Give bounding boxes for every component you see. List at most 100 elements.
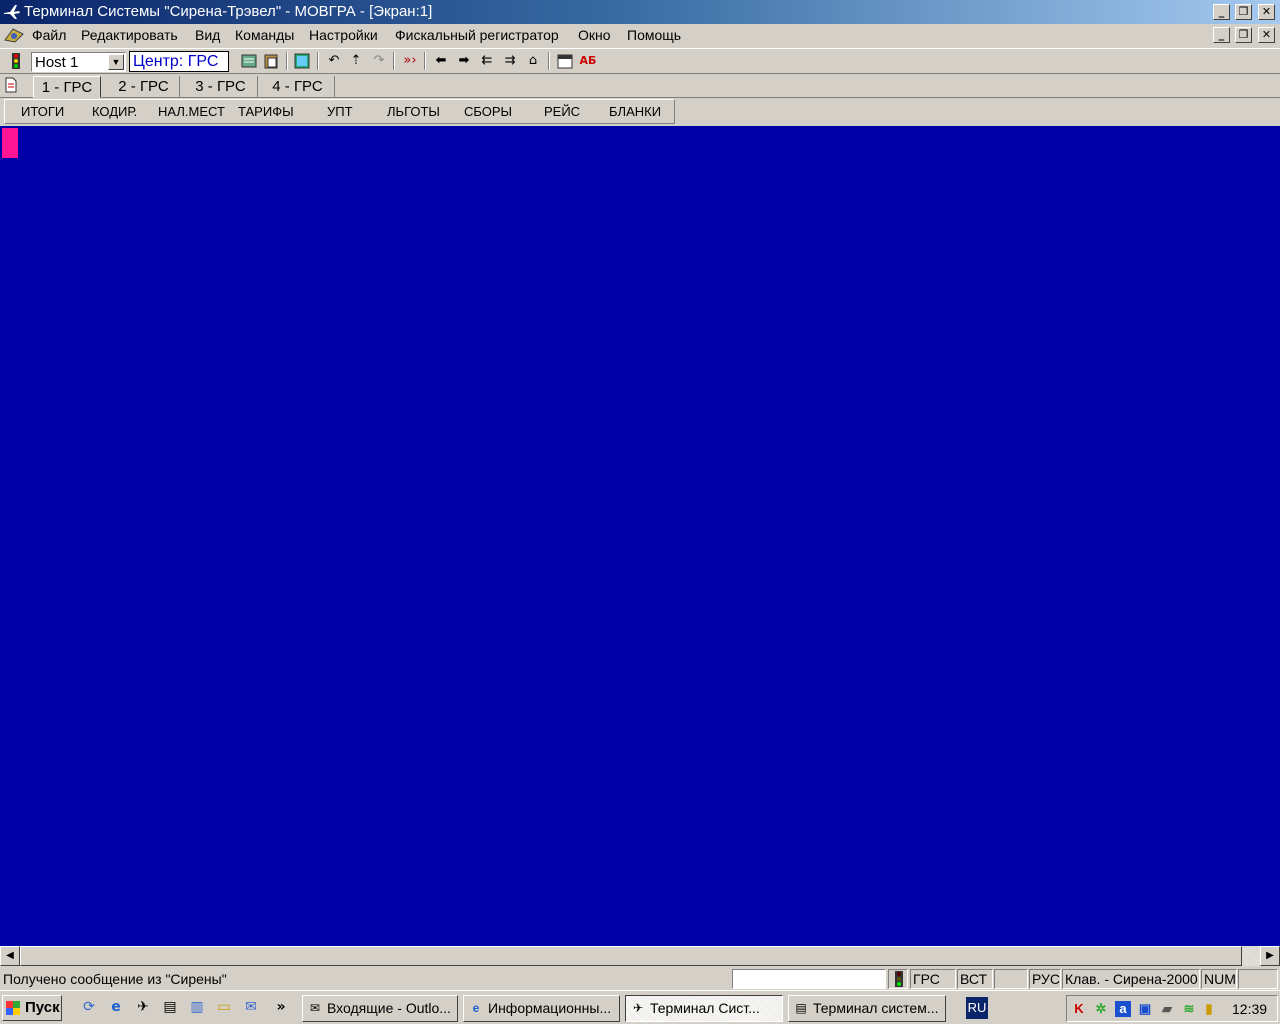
status-empty-cell <box>1238 969 1278 989</box>
network-icon[interactable]: ✲ <box>1093 1001 1109 1017</box>
scroll-thumb[interactable] <box>20 946 1242 966</box>
status-insert-mode: ВСТ <box>957 969 993 989</box>
tab-session-2[interactable]: 2 - ГРС <box>108 76 180 98</box>
function-upt-button[interactable]: УПТ <box>327 104 353 119</box>
function-encode-button[interactable]: КОДИР. <box>92 104 137 119</box>
chevron-down-icon[interactable]: ▼ <box>108 54 124 70</box>
printer-icon[interactable]: ▤ <box>161 998 179 1016</box>
status-message: Получено сообщение из "Сирены" <box>3 971 227 987</box>
internet-explorer-icon[interactable]: e <box>107 998 125 1016</box>
tab-session-1[interactable]: 1 - ГРС <box>33 76 101 98</box>
function-seats-button[interactable]: НАЛ.МЕСТ <box>158 104 225 119</box>
connection-icon[interactable]: ≋ <box>1181 1001 1197 1017</box>
calendar-icon[interactable] <box>556 53 574 69</box>
upload-icon[interactable]: ⇡ <box>347 53 365 69</box>
toolbar-separator <box>424 52 426 70</box>
toolbar-separator <box>548 52 550 70</box>
taskbar-item-outlook[interactable]: ✉ Входящие - Outlo... <box>302 995 458 1022</box>
arrow-left-icon[interactable]: ⬅ <box>432 53 450 69</box>
mdi-close-button[interactable]: ✕ <box>1258 27 1275 43</box>
outlook-icon[interactable]: ✉ <box>242 998 260 1016</box>
windows-logo-icon <box>6 1001 20 1015</box>
function-fares-button[interactable]: ТАРИФЫ <box>238 104 294 119</box>
scroll-left-icon[interactable]: ◀ <box>0 946 20 966</box>
status-empty-cell <box>994 969 1028 989</box>
function-totals-button[interactable]: ИТОГИ <box>21 104 64 119</box>
kaspersky-icon[interactable]: K <box>1071 1001 1087 1017</box>
scroll-right-icon[interactable]: ▶ <box>1260 946 1280 966</box>
spellcheck-icon[interactable]: AБ <box>579 53 597 69</box>
fast-forward-icon[interactable]: »› <box>401 53 419 69</box>
tab-session-3[interactable]: 3 - ГРС <box>184 76 258 98</box>
menu-edit[interactable]: Редактировать <box>81 27 178 43</box>
menu-commands[interactable]: Команды <box>235 27 294 43</box>
monitor-icon[interactable]: ▣ <box>1137 1001 1153 1017</box>
agent-icon[interactable]: a <box>1115 1001 1131 1017</box>
tab-session-4[interactable]: 4 - ГРС <box>261 76 335 98</box>
host-select-value: Host 1 <box>35 54 79 71</box>
clock: 12:39 <box>1232 1001 1268 1017</box>
terminal-screen[interactable] <box>0 126 1280 946</box>
status-keyboard: Клав. - Сирена-2000 <box>1062 969 1200 989</box>
app-menu-icon[interactable] <box>3 26 25 44</box>
taskbar: Пуск ⟳ e ✈ ▤ ▥ ▭ ✉ » ✉ Входящие - Outlo.… <box>0 990 1280 1024</box>
window-title: Терминал Системы "Сирена-Трэвел" - МОВГР… <box>24 3 433 20</box>
home-page-icon[interactable]: ⌂ <box>524 53 542 69</box>
clipboard-icon[interactable] <box>262 53 280 69</box>
quicklaunch-arrows-icon[interactable]: ⟳ <box>80 998 98 1016</box>
redo-icon[interactable]: ↷ <box>370 53 388 69</box>
arrow-right-icon[interactable]: ➡ <box>455 53 473 69</box>
page-back-icon[interactable]: ⇇ <box>478 53 496 69</box>
minimize-button[interactable]: _ <box>1213 4 1230 20</box>
restore-button[interactable]: ❐ <box>1235 4 1252 20</box>
menu-view[interactable]: Вид <box>195 27 220 43</box>
taskbar-item-terminal-active[interactable]: ✈ Терминал Сист... <box>625 995 783 1022</box>
taskbar-item-terminal-doc[interactable]: ▤ Терминал систем... <box>788 995 946 1022</box>
mdi-minimize-button[interactable]: _ <box>1213 27 1230 43</box>
airplane-icon <box>3 3 21 21</box>
status-bar: Получено сообщение из "Сирены" ГРС ВСТ Р… <box>0 968 1280 990</box>
screen-icon[interactable] <box>293 53 311 69</box>
traffic-light-icon[interactable] <box>7 53 25 69</box>
menu-file[interactable]: Файл <box>32 27 66 43</box>
outlook-icon: ✉ <box>309 1001 321 1015</box>
page-forward-icon[interactable]: ⇉ <box>501 53 519 69</box>
center-indicator: Центр: ГРС <box>129 51 229 72</box>
host-select[interactable]: Host 1 ▼ <box>31 52 126 72</box>
toolbar-separator <box>286 52 288 70</box>
mdi-restore-button[interactable]: ❐ <box>1235 27 1252 43</box>
session-tabs: 1 - ГРС 2 - ГРС 3 - ГРС 4 - ГРС <box>0 74 1280 98</box>
status-numlock: NUM <box>1201 969 1237 989</box>
function-forms-button[interactable]: БЛАНКИ <box>609 104 661 119</box>
menu-window[interactable]: Окно <box>578 27 611 43</box>
status-input-field <box>732 969 886 989</box>
terminal-cursor <box>2 128 18 158</box>
new-document-icon[interactable] <box>3 77 19 93</box>
menu-settings[interactable]: Настройки <box>309 27 378 43</box>
function-flight-button[interactable]: РЕЙС <box>544 104 580 119</box>
toolbar-separator <box>317 52 319 70</box>
folder-icon[interactable]: ▭ <box>215 998 233 1016</box>
chevron-more-icon[interactable]: » <box>272 998 290 1016</box>
horizontal-scrollbar[interactable]: ◀ ▶ <box>0 946 1280 966</box>
undo-icon[interactable]: ↶ <box>325 53 343 69</box>
start-button[interactable]: Пуск <box>2 995 62 1021</box>
function-benefits-button[interactable]: ЛЬГОТЫ <box>387 104 440 119</box>
document-icon: ▤ <box>795 1001 807 1015</box>
device-icon[interactable]: ▰ <box>1159 1001 1175 1017</box>
toolbar-separator <box>393 52 395 70</box>
function-fees-button[interactable]: СБОРЫ <box>464 104 512 119</box>
note-icon[interactable]: ▮ <box>1201 1001 1217 1017</box>
title-bar[interactable]: Терминал Системы "Сирена-Трэвел" - МОВГР… <box>0 0 1280 24</box>
airplane-icon: ✈ <box>632 1001 644 1015</box>
documents-icon[interactable]: ▥ <box>188 998 206 1016</box>
taskbar-item-info[interactable]: e Информационны... <box>463 995 620 1022</box>
menu-fiscal-registrar[interactable]: Фискальный регистратор <box>395 27 559 43</box>
menu-bar: Файл Редактировать Вид Команды Настройки… <box>0 24 1280 46</box>
close-button[interactable]: ✕ <box>1258 4 1275 20</box>
language-indicator[interactable]: RU <box>966 997 988 1019</box>
system-tray: K ✲ a ▣ ▰ ≋ ▮ 12:39 <box>1066 995 1278 1022</box>
connect-icon[interactable] <box>240 53 258 69</box>
menu-help[interactable]: Помощь <box>627 27 681 43</box>
airplane-quicklaunch-icon[interactable]: ✈ <box>134 998 152 1016</box>
